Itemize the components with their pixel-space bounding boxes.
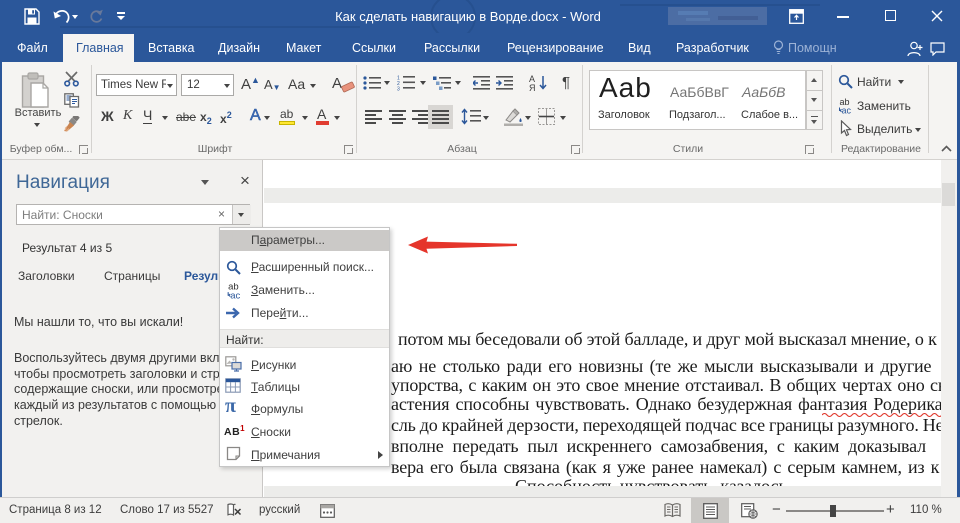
svg-text:3: 3 (397, 87, 400, 92)
svg-text:ac: ac (230, 290, 240, 300)
svg-text:Я: Я (529, 83, 536, 92)
svg-text:ac: ac (842, 106, 852, 116)
